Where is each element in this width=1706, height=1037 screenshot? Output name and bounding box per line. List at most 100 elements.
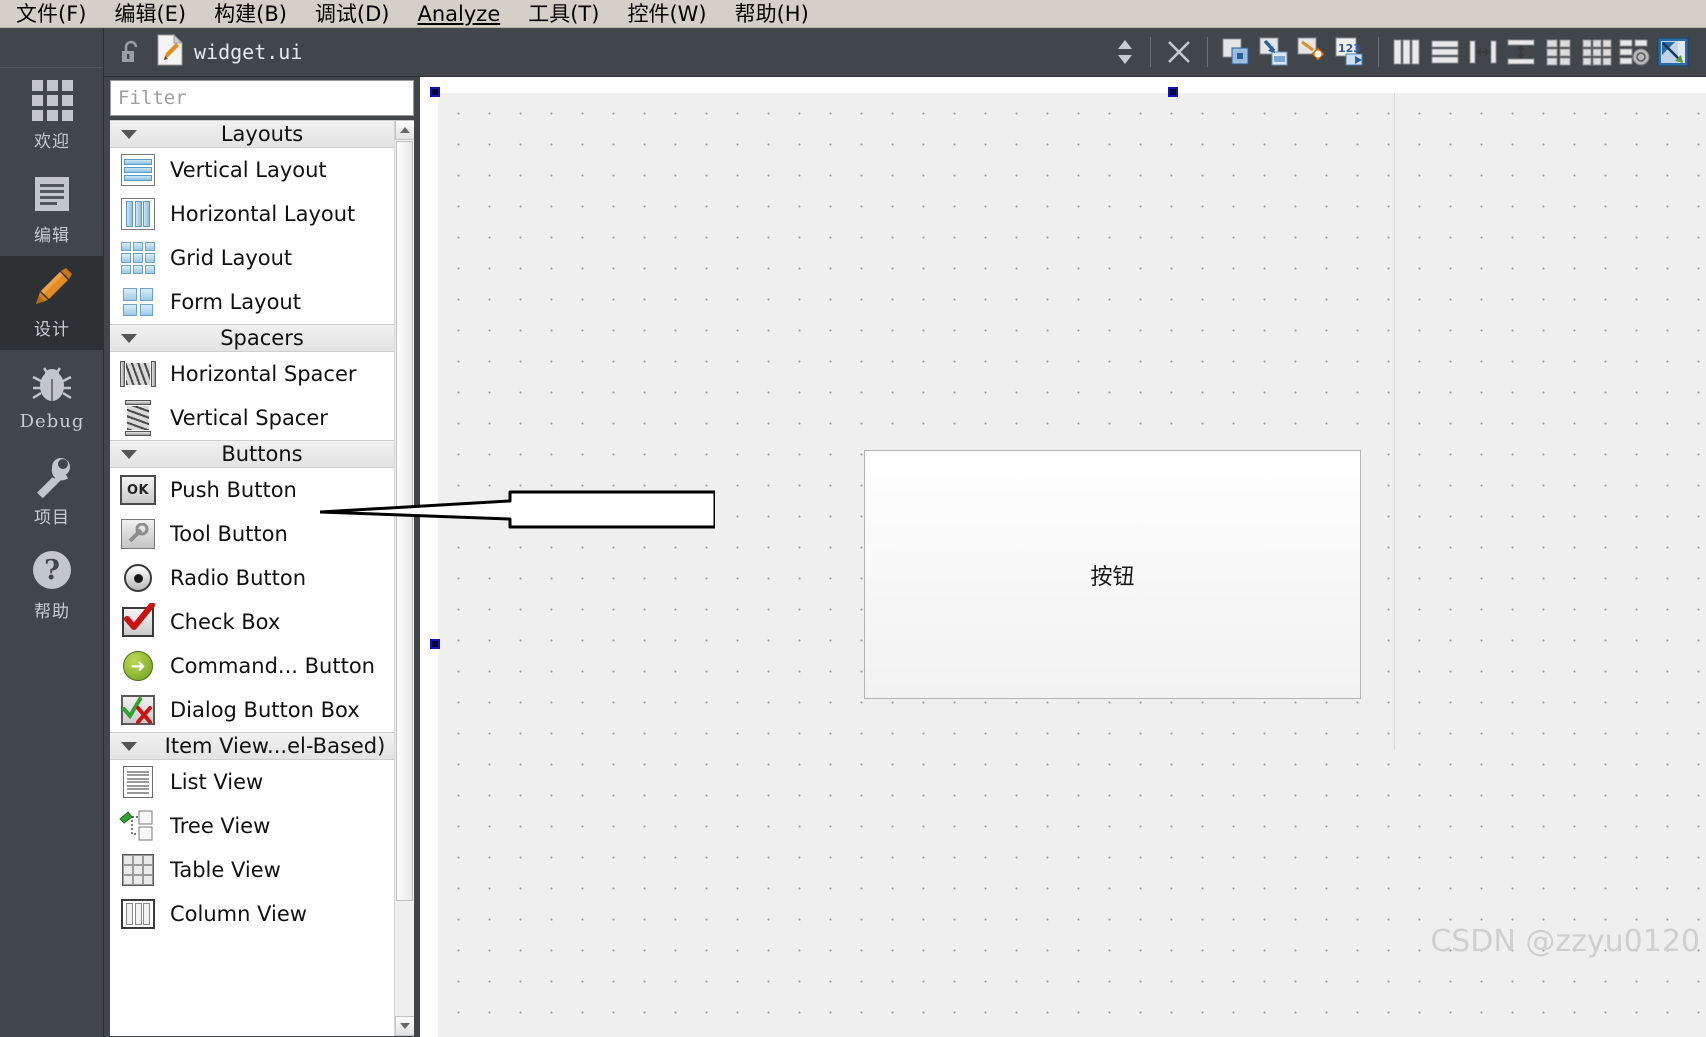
- widget-box-scrollbar[interactable]: [394, 120, 414, 1036]
- layout-horizontally-icon[interactable]: [1388, 33, 1426, 71]
- editor-toolbar: widget.ui 123: [104, 28, 1706, 77]
- widget-item-command-link-button[interactable]: ➜ Command... Button: [110, 644, 414, 688]
- widget-item-column-view[interactable]: Column View: [110, 892, 414, 936]
- sidebar-item-design[interactable]: 设计: [0, 256, 104, 350]
- widget-label: Grid Layout: [170, 246, 293, 270]
- layout-form-icon[interactable]: [1540, 33, 1578, 71]
- watermark-text: CSDN @zzyu0120: [1430, 924, 1700, 959]
- widget-box-panel: Layouts Vertical Layout Horizontal Layou…: [104, 77, 420, 1037]
- layout-splitter-vertical-icon[interactable]: [1502, 33, 1540, 71]
- widget-item-list-view[interactable]: List View: [110, 760, 414, 804]
- sidebar-item-projects[interactable]: 项目: [0, 444, 104, 538]
- widget-label: Check Box: [170, 610, 281, 634]
- up-down-arrows-icon[interactable]: [1111, 33, 1139, 71]
- widget-item-radio-button[interactable]: Radio Button: [110, 556, 414, 600]
- horizontal-layout-icon: [118, 197, 158, 231]
- pencil-icon: [30, 266, 74, 310]
- widget-item-table-view[interactable]: Table View: [110, 848, 414, 892]
- sidebar-label-help: 帮助: [34, 602, 70, 622]
- bug-icon: [30, 362, 74, 406]
- selection-handle-bottom-left[interactable]: [430, 639, 440, 649]
- menu-item-tools[interactable]: 工具(T): [514, 0, 613, 28]
- widget-label: Tool Button: [170, 522, 288, 546]
- sidebar-label-welcome: 欢迎: [34, 132, 70, 152]
- widget-category-layouts[interactable]: Layouts: [110, 120, 414, 148]
- sidebar-label-projects: 项目: [34, 508, 70, 528]
- sidebar-label-debug: Debug: [19, 411, 85, 432]
- widget-label: Horizontal Spacer: [170, 362, 357, 386]
- widget-item-dialog-button-box[interactable]: Dialog Button Box: [110, 688, 414, 732]
- widget-label: Tree View: [170, 814, 271, 838]
- sidebar-item-debug[interactable]: Debug: [0, 350, 104, 444]
- menu-item-window[interactable]: 控件(W): [613, 0, 720, 28]
- widget-label: Column View: [170, 902, 307, 926]
- widget-item-tree-view[interactable]: Tree View: [110, 804, 414, 848]
- menu-item-help[interactable]: 帮助(H): [721, 0, 823, 28]
- document-icon: [30, 172, 74, 216]
- wrench-icon: [30, 454, 74, 498]
- scroll-down-button[interactable]: [395, 1016, 414, 1036]
- sidebar-item-welcome[interactable]: 欢迎: [0, 68, 104, 162]
- selection-handle-top-right[interactable]: [1168, 87, 1178, 97]
- break-layout-icon[interactable]: [1616, 33, 1654, 71]
- widget-category-item-views[interactable]: Item View...el-Based): [110, 732, 414, 760]
- widget-item-grid-layout[interactable]: Grid Layout: [110, 236, 414, 280]
- edit-tab-order-icon[interactable]: 123: [1331, 33, 1369, 71]
- widget-item-horizontal-layout[interactable]: Horizontal Layout: [110, 192, 414, 236]
- widget-label: Form Layout: [170, 290, 301, 314]
- adjust-size-icon[interactable]: [1654, 33, 1692, 71]
- horizontal-spacer-icon: [118, 357, 158, 391]
- edit-signals-slots-icon[interactable]: [1255, 33, 1293, 71]
- annotation-arrow: [320, 490, 715, 529]
- layout-grid-icon[interactable]: [1578, 33, 1616, 71]
- category-label-buttons: Buttons: [221, 442, 303, 466]
- selection-handle-top-left[interactable]: [430, 87, 440, 97]
- radio-button-icon: [118, 561, 158, 595]
- column-view-icon: [118, 897, 158, 931]
- scroll-up-button[interactable]: [395, 120, 414, 140]
- sidebar-item-edit[interactable]: 编辑: [0, 162, 104, 256]
- menu-item-build[interactable]: 构建(B): [200, 0, 301, 28]
- widget-category-buttons[interactable]: Buttons: [110, 440, 414, 468]
- menu-item-file[interactable]: 文件(F): [2, 0, 100, 28]
- vertical-layout-icon: [118, 153, 158, 187]
- widget-item-horizontal-spacer[interactable]: Horizontal Spacer: [110, 352, 414, 396]
- widget-label: Dialog Button Box: [170, 698, 360, 722]
- unlocked-padlock-icon[interactable]: [120, 40, 142, 64]
- push-button-text: 按钮: [1090, 564, 1135, 590]
- check-box-icon: [118, 603, 158, 639]
- menu-item-analyze[interactable]: Analyze: [403, 0, 514, 28]
- widget-item-form-layout[interactable]: Form Layout: [110, 280, 414, 324]
- toolbar-separator-2: [1207, 37, 1208, 67]
- edit-buddies-icon[interactable]: [1293, 33, 1331, 71]
- open-file-name[interactable]: widget.ui: [194, 40, 302, 64]
- svg-text:123: 123: [1338, 42, 1361, 55]
- sidebar-item-help[interactable]: ? 帮助: [0, 538, 104, 632]
- tool-button-icon: [118, 517, 158, 551]
- qt-creator-window: 文件(F) 编辑(E) 构建(B) 调试(D) Analyze 工具(T) 控件…: [0, 0, 1706, 1037]
- vertical-spacer-icon: [118, 400, 158, 436]
- toolbar-separator-3: [1378, 37, 1379, 67]
- form-push-button-widget[interactable]: 按钮: [864, 450, 1361, 699]
- form-layout-icon: [118, 285, 158, 319]
- layout-splitter-horizontal-icon[interactable]: [1464, 33, 1502, 71]
- widget-label: Vertical Layout: [170, 158, 327, 182]
- search-input[interactable]: [111, 82, 413, 114]
- toolbar-separator: [1150, 37, 1151, 67]
- widget-item-vertical-layout[interactable]: Vertical Layout: [110, 148, 414, 192]
- widget-label: List View: [170, 770, 264, 794]
- widget-item-check-box[interactable]: Check Box: [110, 600, 414, 644]
- menu-item-edit[interactable]: 编辑(E): [100, 0, 200, 28]
- widget-item-vertical-spacer[interactable]: Vertical Spacer: [110, 396, 414, 440]
- sidebar-label-design: 设计: [34, 320, 70, 340]
- form-surface[interactable]: 按钮 CSDN @zzyu0120: [438, 93, 1706, 1037]
- question-icon: ?: [30, 548, 74, 592]
- menu-item-debug[interactable]: 调试(D): [301, 0, 404, 28]
- widget-label: Horizontal Layout: [170, 202, 356, 226]
- form-editor-canvas[interactable]: 按钮 CSDN @zzyu0120: [420, 77, 1706, 1037]
- close-x-icon[interactable]: [1160, 33, 1198, 71]
- edit-widgets-icon[interactable]: [1217, 33, 1255, 71]
- widget-category-spacers[interactable]: Spacers: [110, 324, 414, 352]
- category-label-spacers: Spacers: [220, 326, 304, 350]
- layout-vertically-icon[interactable]: [1426, 33, 1464, 71]
